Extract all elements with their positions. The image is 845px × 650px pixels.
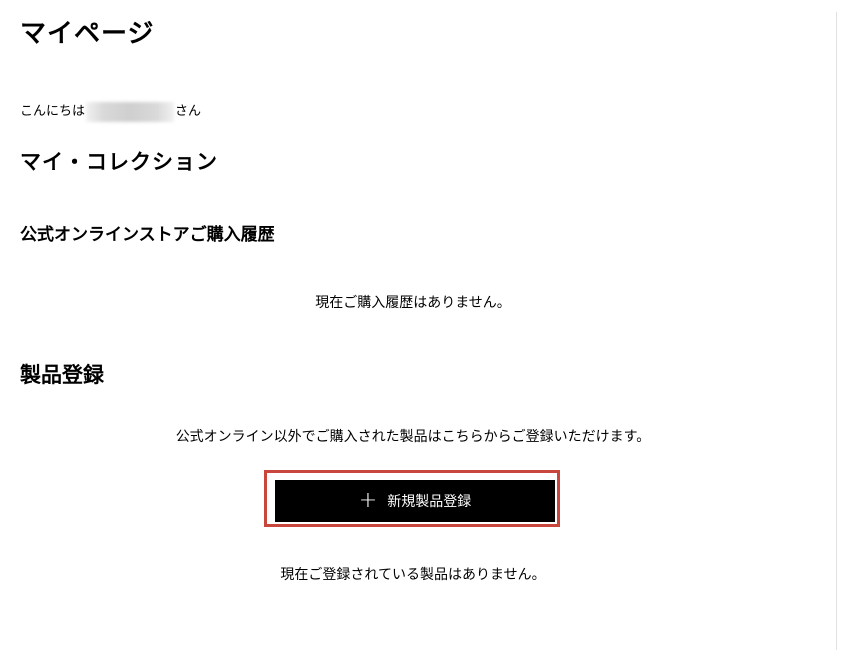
purchase-history-title: 公式オンラインストアご購入履歴 [20,225,275,245]
page-title: マイページ [20,19,155,49]
redacted-user-name [86,102,175,122]
greeting: こんにちは さん [20,102,201,122]
my-page: マイページ こんにちは さん マイ・コレクション 公式オンラインストアご購入履歴… [0,0,845,650]
purchase-history-empty-message: 現在ご購入履歴はありません。 [315,295,511,311]
collection-title: マイ・コレクション [20,150,218,174]
plus-icon: + [358,488,378,513]
greeting-suffix: さん [175,104,202,119]
new-product-registration-button[interactable]: + 新規製品登録 [275,480,555,522]
product-registration-title: 製品登録 [20,363,104,387]
product-registration-note: 公式オンライン以外でご購入された製品はこちらからご登録いただけます。 [175,429,651,445]
greeting-prefix: こんにちは [20,104,86,119]
registered-products-empty-message: 現在ご登録されている製品はありません。 [280,567,546,583]
new-product-registration-label: 新規製品登録 [387,494,472,510]
scrollbar-divider [836,12,837,650]
